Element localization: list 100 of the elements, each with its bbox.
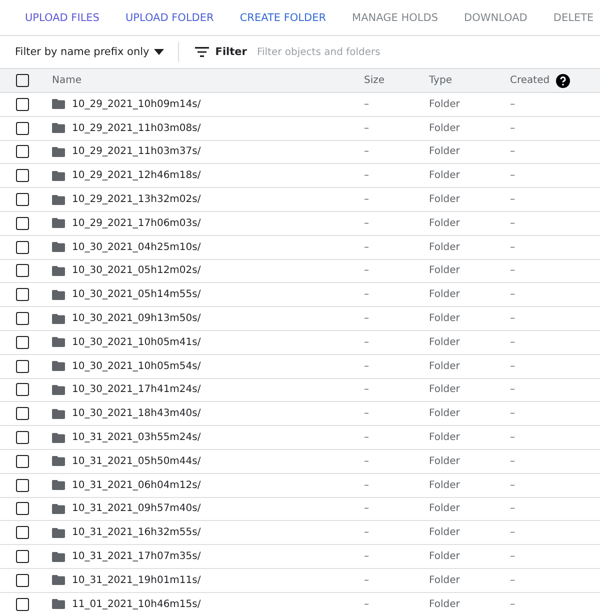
row-checkbox[interactable] [16,383,29,396]
row-checkbox[interactable] [16,145,29,158]
folder-name-link[interactable]: 10_30_2021_17h41m24s/ [72,384,201,396]
folder-name-link[interactable]: 10_30_2021_04h25m10s/ [72,242,201,253]
type-cell: Folder [429,598,460,610]
folder-icon [52,314,65,324]
row-checkbox[interactable] [16,216,29,230]
filter-mode-dropdown[interactable]: Filter by name prefix only [15,46,164,58]
size-cell: – [364,551,369,562]
toolbar-button[interactable]: CREATE FOLDER [226,2,340,32]
created-cell: – [510,503,515,514]
row-checkbox[interactable] [16,550,29,564]
folder-name-link[interactable]: 10_31_2021_16h32m55s/ [72,527,201,538]
row-checkbox[interactable] [16,98,29,111]
created-cell: – [510,218,515,229]
folder-icon [52,242,65,252]
folder-name-link[interactable]: 10_29_2021_13h32m02s/ [72,194,201,206]
folder-name-link[interactable]: 10_29_2021_17h06m03s/ [72,218,201,229]
toolbar-button[interactable]: UPLOAD FILES [12,2,112,32]
folder-name-link[interactable]: 10_31_2021_05h50m44s/ [72,456,201,467]
size-cell: – [364,574,369,586]
column-header[interactable]: Size [364,75,385,86]
created-cell: – [510,98,515,110]
row-checkbox[interactable] [16,598,29,611]
folder-name-link[interactable]: 11_01_2021_10h46m15s/ [72,598,201,610]
row-checkbox[interactable] [16,240,29,254]
row-checkbox[interactable] [16,454,29,468]
type-cell: Folder [429,146,460,158]
row-checkbox[interactable] [16,122,29,135]
column-header[interactable]: Type [429,75,452,86]
created-cell: – [510,170,515,182]
size-cell: – [364,122,369,134]
folder-icon [52,290,65,300]
created-cell: – [510,574,515,586]
folder-icon [52,266,65,276]
folder-icon [52,528,65,538]
created-cell: – [510,551,515,562]
folder-name-link[interactable]: 10_29_2021_11h03m08s/ [72,122,201,134]
created-cell: – [510,336,515,348]
size-cell: – [364,242,369,253]
folder-icon [52,194,65,205]
toolbar-button[interactable]: UPLOAD FOLDER [112,2,227,32]
folder-icon [52,99,65,110]
type-cell: Folder [429,170,460,182]
type-cell: Folder [429,384,460,396]
folder-name-link[interactable]: 10_30_2021_10h05m54s/ [72,360,201,372]
created-cell: – [510,384,515,396]
created-cell: – [510,480,515,491]
filter-icon [195,47,210,57]
folder-name-link[interactable]: 10_30_2021_05h12m02s/ [72,265,201,276]
created-cell: – [510,598,515,610]
column-header[interactable]: Created [510,75,550,86]
row-checkbox[interactable] [16,336,29,349]
size-cell: – [364,218,369,229]
type-cell: Folder [429,336,460,348]
row-checkbox[interactable] [16,478,29,492]
row-checkbox[interactable] [16,502,29,516]
size-cell: – [364,336,369,348]
created-cell: – [510,122,515,134]
folder-icon [52,146,65,157]
row-checkbox[interactable] [16,407,29,420]
folder-name-link[interactable]: 10_31_2021_06h04m12s/ [72,480,201,491]
folder-name-link[interactable]: 10_31_2021_03h55m24s/ [72,432,201,444]
folder-icon [52,123,65,134]
type-cell: Folder [429,194,460,206]
folder-name-link[interactable]: 10_30_2021_05h14m55s/ [72,289,201,300]
row-checkbox[interactable] [16,288,29,302]
folder-name-link[interactable]: 10_31_2021_19h01m11s/ [72,574,201,586]
row-checkbox[interactable] [16,169,29,182]
folder-name-link[interactable]: 10_30_2021_10h05m41s/ [72,336,201,348]
created-cell: – [510,456,515,467]
row-checkbox[interactable] [16,574,29,587]
select-all-checkbox[interactable] [16,74,29,87]
folder-name-link[interactable]: 10_29_2021_12h46m18s/ [72,170,201,182]
row-checkbox[interactable] [16,312,29,326]
row-checkbox[interactable] [16,264,29,278]
row-checkbox[interactable] [16,193,29,206]
folder-name-link[interactable]: 10_29_2021_11h03m37s/ [72,146,201,158]
size-cell: – [364,527,369,538]
row-checkbox[interactable] [16,431,29,444]
folder-name-link[interactable]: 10_31_2021_09h57m40s/ [72,503,201,514]
size-cell: – [364,408,369,420]
folder-name-link[interactable]: 10_30_2021_09h13m50s/ [72,313,201,324]
created-cell: – [510,432,515,444]
row-checkbox[interactable] [16,360,29,373]
type-cell: Folder [429,408,460,420]
size-cell: – [364,480,369,491]
folder-name-link[interactable]: 10_30_2021_18h43m40s/ [72,408,201,420]
folder-name-link[interactable]: 10_29_2021_10h09m14s/ [72,98,201,110]
row-checkbox[interactable] [16,526,29,540]
help-icon[interactable] [556,74,570,88]
folder-name-link[interactable]: 10_31_2021_17h07m35s/ [72,551,201,562]
size-cell: – [364,146,369,158]
type-cell: Folder [429,432,460,444]
size-cell: – [364,432,369,444]
type-cell: Folder [429,503,460,514]
column-header[interactable]: Name [52,75,82,86]
type-cell: Folder [429,265,460,276]
type-cell: Folder [429,289,460,300]
size-cell: – [364,313,369,324]
